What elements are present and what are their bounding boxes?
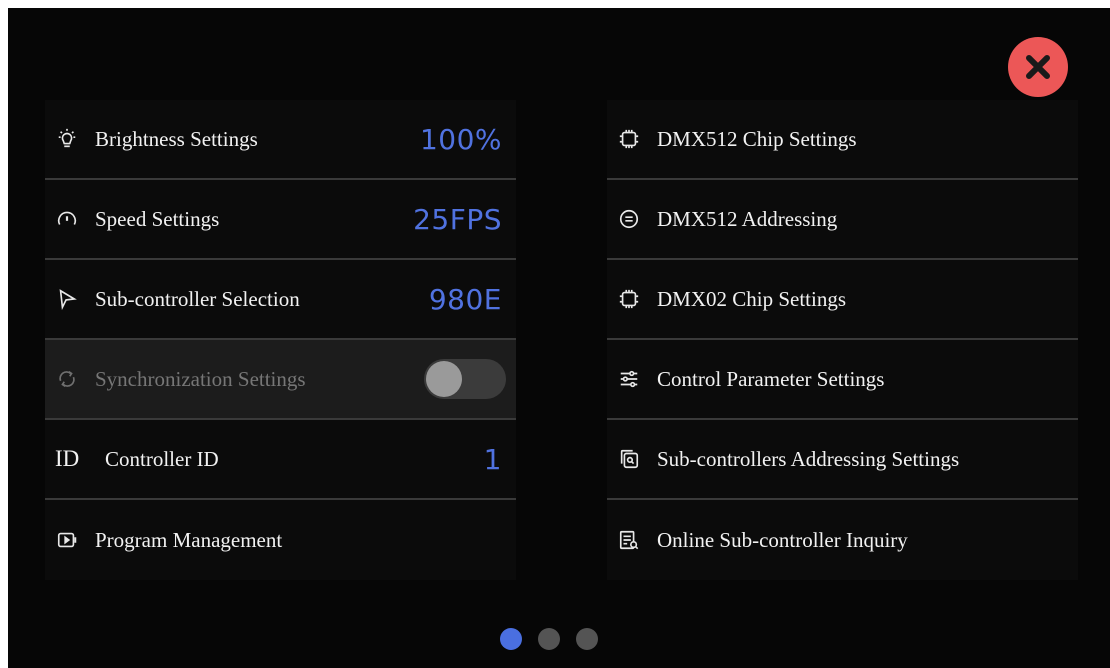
controller-id-value: 1 — [483, 442, 502, 476]
address-icon — [617, 207, 641, 231]
list-search-icon — [617, 528, 641, 552]
close-button[interactable] — [1008, 37, 1068, 97]
sub-controller-selection-label: Sub-controller Selection — [95, 286, 300, 311]
program-management-row[interactable]: Program Management — [45, 500, 516, 580]
dmx512-chip-settings-label: DMX512 Chip Settings — [657, 126, 857, 151]
sliders-icon — [617, 367, 641, 391]
page-dot-1[interactable] — [500, 628, 522, 650]
page-dot-3[interactable] — [576, 628, 598, 650]
brightness-value: 100% — [419, 122, 502, 156]
cursor-icon — [55, 287, 79, 311]
close-icon — [1026, 55, 1050, 79]
speed-value: 25FPS — [413, 202, 502, 236]
dmx02-chip-settings-label: DMX02 Chip Settings — [657, 286, 847, 311]
sub-controllers-addressing-settings-label: Sub-controllers Addressing Settings — [657, 446, 960, 471]
left-menu: Brightness Settings 100% Speed Settings … — [45, 100, 516, 580]
sync-icon — [55, 367, 79, 391]
controller-id-row[interactable]: ID Controller ID 1 — [45, 420, 516, 500]
controller-id-label: Controller ID — [105, 446, 219, 471]
program-management-label: Program Management — [95, 527, 283, 552]
speed-settings-row[interactable]: Speed Settings 25FPS — [45, 180, 516, 260]
chip-icon — [617, 127, 641, 151]
control-parameter-settings-label: Control Parameter Settings — [657, 366, 885, 391]
sub-controller-selection-row[interactable]: Sub-controller Selection 980E — [45, 260, 516, 340]
sub-controller-value: 980E — [428, 282, 502, 316]
page-dot-2[interactable] — [538, 628, 560, 650]
brightness-settings-label: Brightness Settings — [95, 126, 258, 151]
dmx02-chip-settings-row[interactable]: DMX02 Chip Settings — [607, 260, 1078, 340]
page-indicator — [500, 628, 598, 650]
speedometer-icon — [55, 207, 79, 231]
dmx512-addressing-label: DMX512 Addressing — [657, 206, 838, 231]
id-icon: ID — [55, 446, 80, 471]
play-icon — [55, 528, 79, 552]
synchronization-settings-row: Synchronization Settings — [45, 340, 516, 420]
chip-icon — [617, 287, 641, 311]
right-menu: DMX512 Chip Settings DMX512 Addressing D… — [607, 100, 1078, 580]
toggle-knob — [426, 361, 462, 397]
search-copy-icon — [617, 447, 641, 471]
dmx512-chip-settings-row[interactable]: DMX512 Chip Settings — [607, 100, 1078, 180]
control-parameter-settings-row[interactable]: Control Parameter Settings — [607, 340, 1078, 420]
synchronization-settings-label: Synchronization Settings — [95, 366, 306, 391]
dmx512-addressing-row[interactable]: DMX512 Addressing — [607, 180, 1078, 260]
online-sub-controller-inquiry-row[interactable]: Online Sub-controller Inquiry — [607, 500, 1078, 580]
synchronization-toggle[interactable] — [424, 359, 506, 399]
online-sub-controller-inquiry-label: Online Sub-controller Inquiry — [657, 527, 908, 552]
bulb-icon — [55, 127, 79, 151]
speed-settings-label: Speed Settings — [95, 206, 220, 231]
brightness-settings-row[interactable]: Brightness Settings 100% — [45, 100, 516, 180]
sub-controllers-addressing-settings-row[interactable]: Sub-controllers Addressing Settings — [607, 420, 1078, 500]
